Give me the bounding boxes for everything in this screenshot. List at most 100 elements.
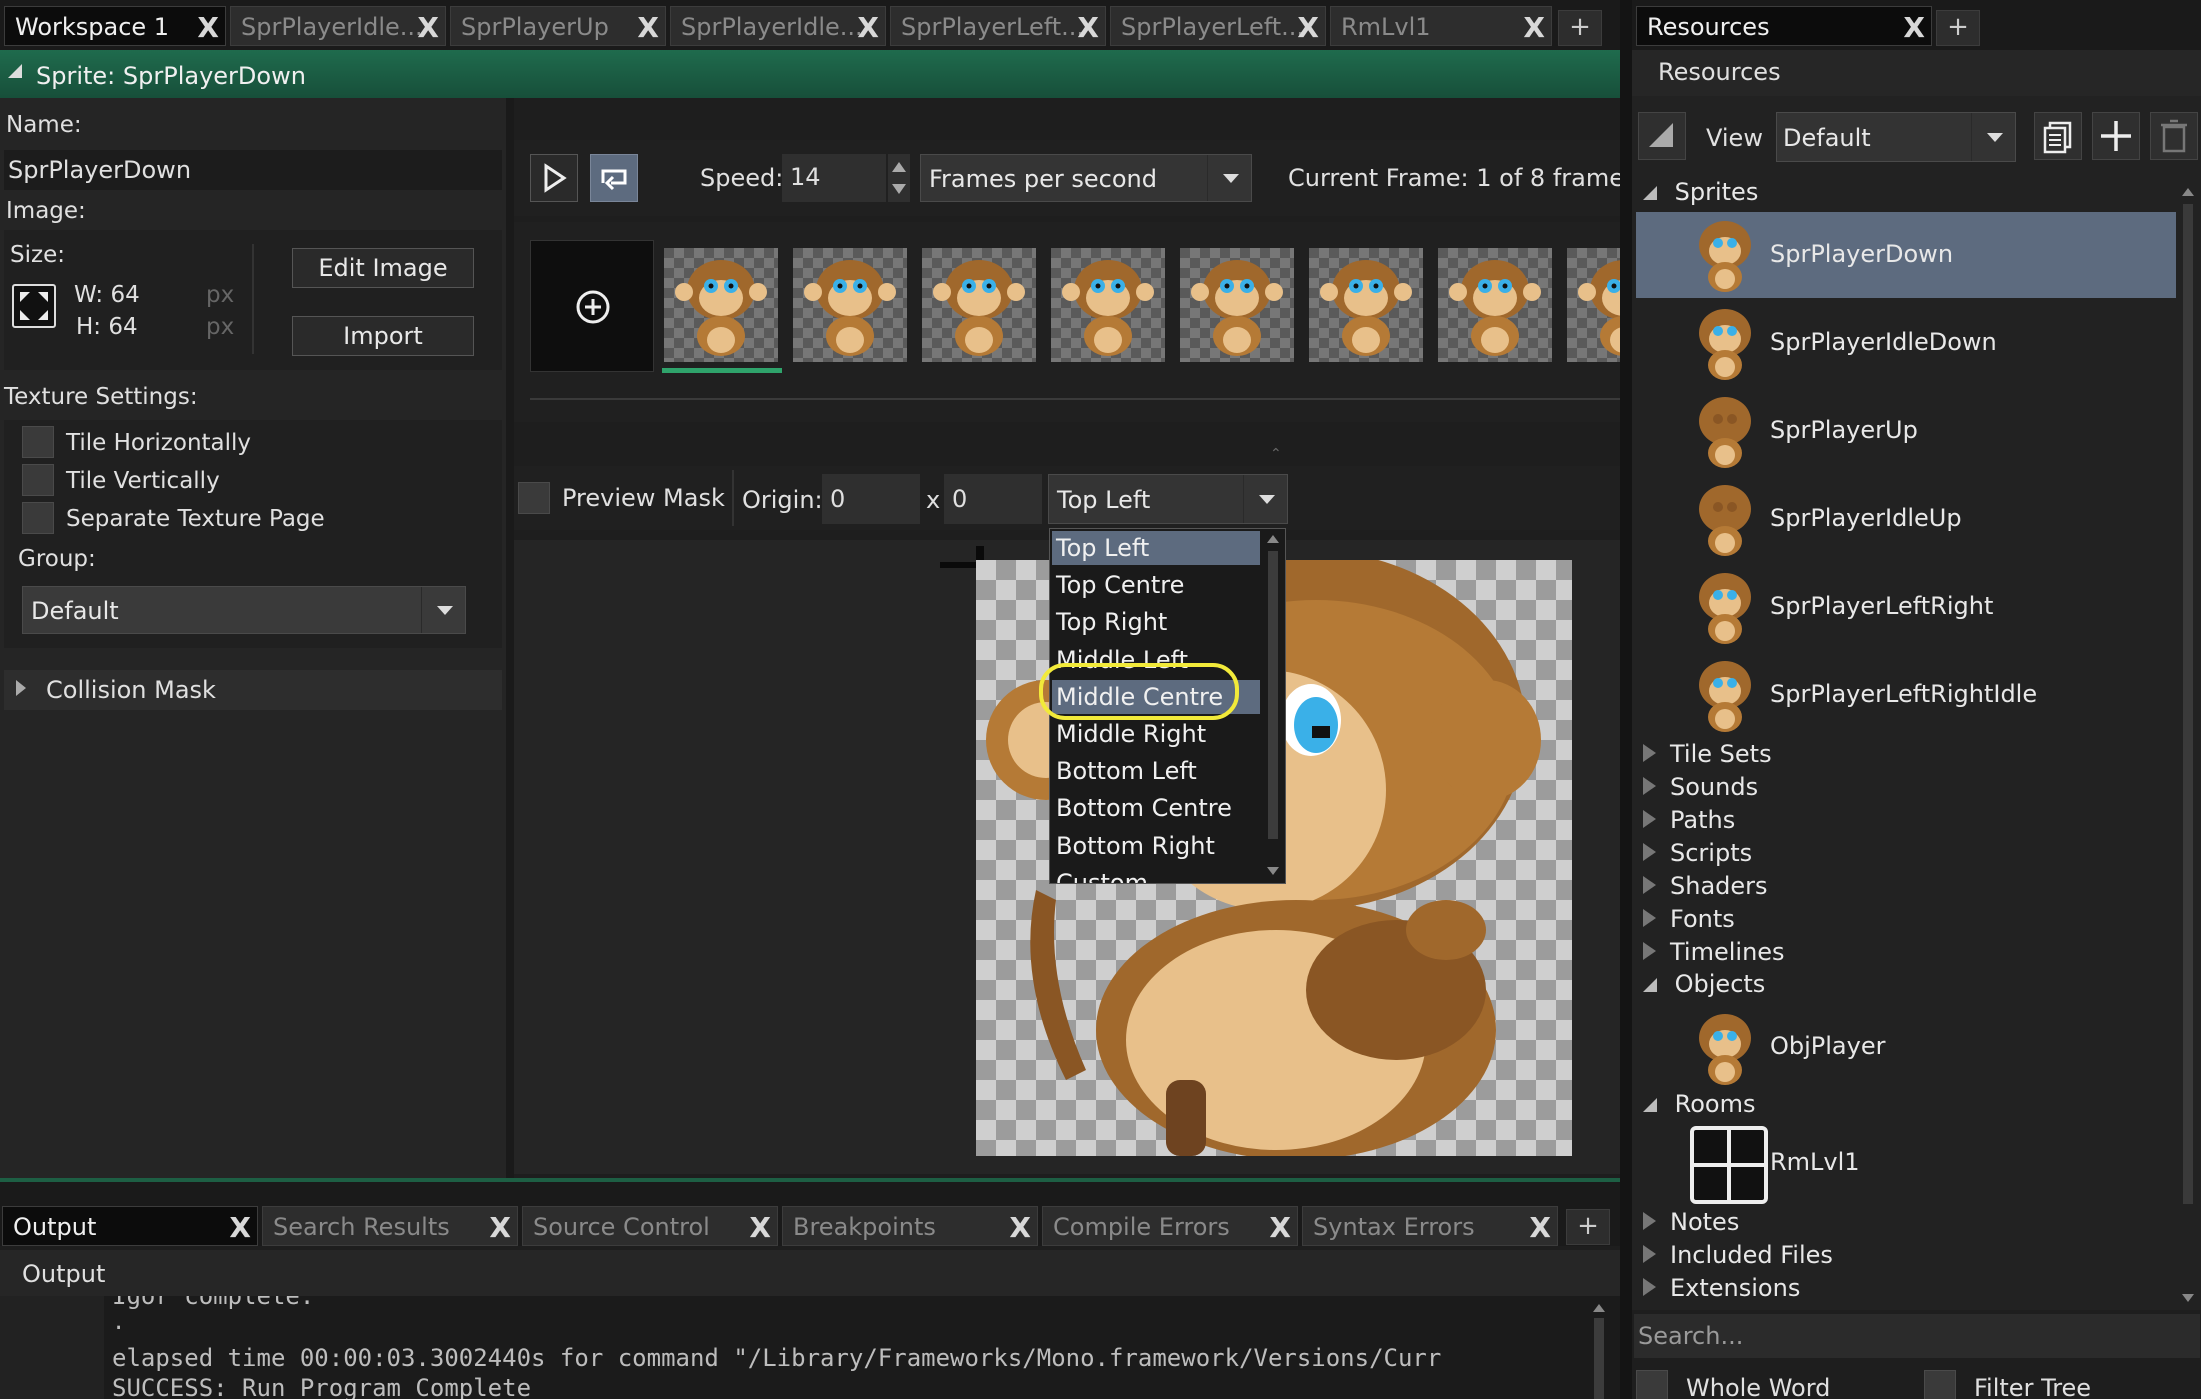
bottom-tab-2[interactable]: Source Control X	[522, 1206, 778, 1246]
resource-search-input[interactable]: Search...	[1634, 1314, 2200, 1358]
resource-item-objplayer[interactable]: ObjPlayer	[1636, 1008, 2176, 1088]
resource-group[interactable]: Tile Sets	[1643, 740, 1772, 768]
frame-thumbnail[interactable]	[1180, 248, 1294, 362]
origin-option[interactable]: Bottom Left	[1052, 754, 1260, 788]
view-dropdown[interactable]: Default	[1776, 112, 2016, 162]
close-icon[interactable]: X	[197, 11, 219, 44]
tile-horizontally-checkbox[interactable]	[22, 426, 54, 458]
add-resource-button[interactable]	[2092, 112, 2140, 160]
resource-group[interactable]: Paths	[1643, 806, 1735, 834]
whole-word-checkbox[interactable]	[1636, 1370, 1668, 1399]
copy-resource-button[interactable]	[2034, 112, 2082, 160]
filter-tree-checkbox[interactable]	[1924, 1370, 1956, 1399]
add-bottom-tab-button[interactable]: +	[1566, 1209, 1610, 1245]
resource-tree-scrollbar[interactable]	[2176, 180, 2200, 1310]
resource-group[interactable]: Included Files	[1643, 1241, 1833, 1269]
origin-option[interactable]: Bottom Right	[1052, 829, 1260, 863]
frame-thumbnail[interactable]	[922, 248, 1036, 362]
tab-5[interactable]: SprPlayerLeft... X	[1110, 6, 1326, 46]
bottom-tab-4[interactable]: Compile Errors X	[1042, 1206, 1298, 1246]
close-icon[interactable]: X	[1523, 11, 1545, 44]
bottom-tab-0[interactable]: Output X	[2, 1206, 258, 1246]
origin-option[interactable]: Middle Right	[1052, 717, 1260, 751]
close-icon[interactable]: X	[857, 11, 879, 44]
origin-option[interactable]: Top Left	[1052, 531, 1260, 565]
close-icon[interactable]: X	[1009, 1211, 1031, 1244]
resource-item-sprite[interactable]: SprPlayerIdleUp	[1636, 476, 2176, 562]
close-icon[interactable]: X	[1903, 11, 1925, 44]
close-icon[interactable]: X	[229, 1211, 251, 1244]
close-icon[interactable]: X	[749, 1211, 771, 1244]
rooms-group[interactable]: Rooms	[1643, 1090, 1756, 1118]
close-icon[interactable]: X	[1297, 11, 1319, 44]
edit-image-button[interactable]: Edit Image	[292, 248, 474, 288]
group-dropdown[interactable]: Default	[22, 586, 466, 634]
resource-item-sprite[interactable]: SprPlayerDown	[1636, 212, 2176, 298]
frame-thumbnail[interactable]	[793, 248, 907, 362]
resource-group[interactable]: Sounds	[1643, 773, 1758, 801]
resource-item-rmlvl1[interactable]: RmLvl1	[1636, 1126, 2176, 1206]
resource-group[interactable]: Timelines	[1643, 938, 1785, 966]
output-scrollbar[interactable]	[1588, 1296, 1610, 1399]
sprites-group[interactable]: Sprites	[1643, 178, 1758, 206]
collision-mask-header[interactable]: Collision Mask	[4, 670, 502, 710]
loop-button[interactable]	[590, 154, 638, 202]
vertical-splitter[interactable]	[506, 98, 514, 1178]
add-frame-button[interactable]	[530, 240, 654, 372]
tile-vertically-checkbox[interactable]	[22, 464, 54, 496]
objects-group[interactable]: Objects	[1643, 970, 1765, 998]
close-icon[interactable]: X	[1269, 1211, 1291, 1244]
import-button[interactable]: Import	[292, 316, 474, 356]
origin-option[interactable]: Bottom Centre	[1052, 791, 1260, 825]
bottom-tab-1[interactable]: Search Results X	[262, 1206, 518, 1246]
separate-texture-checkbox[interactable]	[22, 502, 54, 534]
resource-item-sprite[interactable]: SprPlayerLeftRight	[1636, 564, 2176, 650]
preview-mask-checkbox[interactable]	[518, 482, 550, 514]
tab-1[interactable]: SprPlayerIdle... X	[230, 6, 446, 46]
tab-0[interactable]: Workspace 1 X	[4, 6, 226, 46]
tab-4[interactable]: SprPlayerLeft... X	[890, 6, 1106, 46]
origin-y-field[interactable]: 0	[944, 474, 1042, 524]
splitter-handle-icon[interactable]: ⌃	[1270, 446, 1282, 462]
speed-stepper[interactable]	[888, 154, 910, 202]
speed-field[interactable]: 14	[782, 154, 886, 202]
close-icon[interactable]: X	[1529, 1211, 1551, 1244]
resource-group[interactable]: Extensions	[1643, 1274, 1800, 1302]
collapse-all-button[interactable]	[1638, 112, 1686, 160]
frame-thumbnail[interactable]	[664, 248, 778, 362]
resource-group[interactable]: Shaders	[1643, 872, 1768, 900]
resource-item-sprite[interactable]: SprPlayerIdleDown	[1636, 300, 2176, 386]
tab-6[interactable]: RmLvl1 X	[1330, 6, 1552, 46]
close-icon[interactable]: X	[1077, 11, 1099, 44]
resize-icon[interactable]	[12, 284, 56, 328]
play-button[interactable]	[530, 154, 578, 202]
bottom-tab-3[interactable]: Breakpoints X	[782, 1206, 1038, 1246]
origin-option[interactable]: Top Centre	[1052, 568, 1260, 602]
dropdown-scrollbar[interactable]	[1263, 529, 1283, 883]
close-icon[interactable]: X	[417, 11, 439, 44]
right-splitter[interactable]	[1620, 0, 1632, 1399]
origin-option[interactable]: Top Right	[1052, 605, 1260, 639]
add-tab-button[interactable]: +	[1558, 10, 1602, 46]
tab-2[interactable]: SprPlayerUp X	[450, 6, 666, 46]
delete-resource-button[interactable]	[2150, 112, 2198, 160]
bottom-tab-5[interactable]: Syntax Errors X	[1302, 1206, 1558, 1246]
resource-group[interactable]: Fonts	[1643, 905, 1735, 933]
resource-group[interactable]: Scripts	[1643, 839, 1752, 867]
collapse-triangle-icon[interactable]	[8, 64, 22, 78]
add-resource-tab-button[interactable]: +	[1936, 10, 1980, 46]
frame-thumbnail[interactable]	[1309, 248, 1423, 362]
frame-thumbnail[interactable]	[1051, 248, 1165, 362]
resource-item-sprite[interactable]: SprPlayerLeftRightIdle	[1636, 652, 2176, 738]
speed-unit-dropdown[interactable]: Frames per second	[920, 154, 1252, 202]
origin-option[interactable]: Custom	[1052, 866, 1260, 883]
frame-thumbnail[interactable]	[1438, 248, 1552, 362]
tab-3[interactable]: SprPlayerIdle... X	[670, 6, 886, 46]
close-icon[interactable]: X	[637, 11, 659, 44]
resource-item-sprite[interactable]: SprPlayerUp	[1636, 388, 2176, 474]
tab-resources[interactable]: Resources X	[1636, 6, 1932, 46]
frame-thumbnail[interactable]	[1567, 248, 1670, 362]
close-icon[interactable]: X	[489, 1211, 511, 1244]
origin-x-field[interactable]: 0	[822, 474, 920, 524]
origin-preset-dropdown[interactable]: Top Left	[1048, 474, 1288, 524]
